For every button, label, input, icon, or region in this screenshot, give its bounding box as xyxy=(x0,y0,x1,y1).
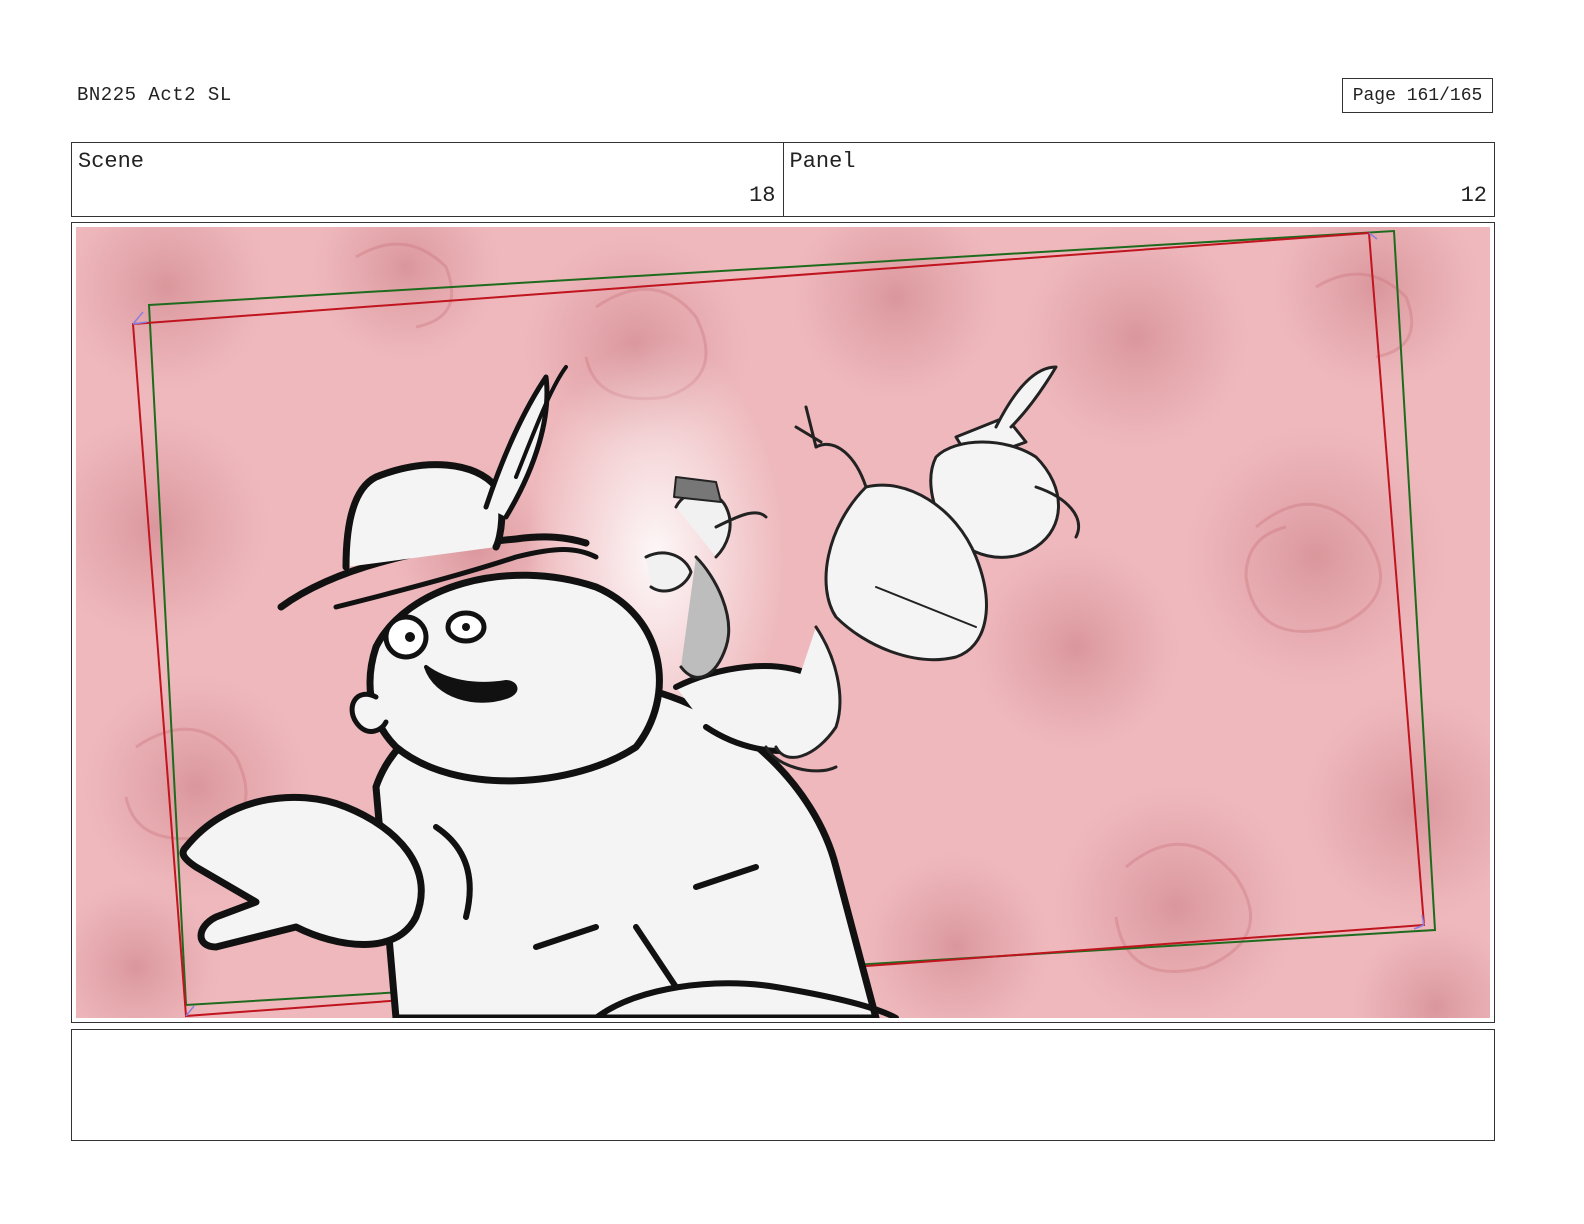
storyboard-frame xyxy=(71,222,1495,1023)
document-title: BN225 Act2 SL xyxy=(77,84,232,106)
storyboard-image xyxy=(76,227,1490,1018)
scene-number: 18 xyxy=(749,183,776,208)
panel-number: 12 xyxy=(1460,183,1487,208)
scene-panel-row: Scene 18 Panel 12 xyxy=(71,142,1495,217)
storyboard-sketch xyxy=(76,227,1490,1018)
panel-label: Panel xyxy=(789,149,856,174)
panel-cell: Panel 12 xyxy=(782,143,1495,216)
scene-cell: Scene 18 xyxy=(72,143,783,216)
notes-box xyxy=(71,1029,1495,1141)
scene-label: Scene xyxy=(78,149,145,174)
page-number-box: Page 161/165 xyxy=(1342,78,1493,113)
